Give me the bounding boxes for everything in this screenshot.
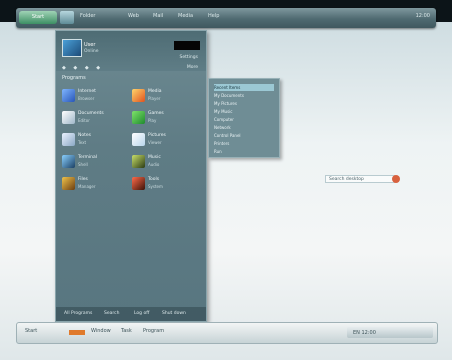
panel-item-web[interactable]: Web — [128, 13, 139, 19]
app-item[interactable]: Tools System — [132, 177, 202, 197]
app-item[interactable]: Terminal Shell — [62, 155, 132, 175]
submenu-item[interactable]: Printers — [214, 140, 274, 147]
document-icon — [62, 111, 75, 124]
submenu-item[interactable]: Network — [214, 124, 274, 131]
picture-icon — [132, 133, 145, 146]
app-item[interactable]: Pictures Viewer — [132, 133, 202, 153]
quick-toolbar[interactable]: ◆ ◆ ◆ ◆ — [62, 65, 103, 71]
system-tray[interactable]: EN 12:00 — [347, 327, 433, 338]
more-link[interactable]: More — [187, 65, 198, 70]
desktop-search-field[interactable]: Search desktop — [325, 175, 395, 183]
clock: 12:00 — [415, 13, 430, 19]
taskbar-item[interactable]: Task — [121, 328, 132, 334]
media-icon — [132, 89, 145, 102]
folder-icon — [62, 177, 75, 190]
globe-icon — [62, 89, 75, 102]
active-task-indicator[interactable] — [69, 330, 85, 335]
settings-link[interactable]: Settings — [180, 55, 198, 60]
user-name: User — [84, 42, 96, 48]
app-item[interactable]: Notes Text — [62, 133, 132, 153]
submenu-item[interactable]: Control Panel — [214, 132, 274, 139]
search-button[interactable]: Search — [104, 311, 119, 316]
taskbar: Start Window Task Program EN 12:00 — [16, 322, 438, 344]
submenu-item[interactable]: My Music — [214, 108, 274, 115]
panel-item-mail[interactable]: Mail — [153, 13, 163, 19]
app-item[interactable]: Games Play — [132, 111, 202, 131]
submenu-item[interactable]: Computer — [214, 116, 274, 123]
submenu-item[interactable]: My Documents — [214, 92, 274, 99]
tray-text: EN 12:00 — [353, 330, 376, 336]
tools-icon — [132, 177, 145, 190]
search-input[interactable] — [174, 41, 200, 50]
log-off-button[interactable]: Log off — [134, 311, 149, 316]
start-menu: User Online Settings ◆ ◆ ◆ ◆ More Progra… — [55, 30, 207, 322]
home-icon[interactable] — [60, 11, 74, 24]
app-item[interactable]: Documents Editor — [62, 111, 132, 131]
submenu-item[interactable]: Recent Items — [214, 84, 274, 91]
notes-icon — [62, 133, 75, 146]
shut-down-button[interactable]: Shut down — [162, 311, 186, 316]
all-programs-button[interactable]: All Programs — [64, 311, 92, 316]
section-title: Programs — [62, 75, 86, 81]
start-button[interactable]: Start — [19, 11, 57, 24]
user-status: Online — [84, 49, 99, 54]
terminal-icon — [62, 155, 75, 168]
start-menu-footer: All Programs Search Log off Shut down — [56, 307, 206, 321]
taskbar-item[interactable]: Program — [143, 328, 164, 334]
music-icon — [132, 155, 145, 168]
app-item[interactable]: Media Player — [132, 89, 202, 109]
panel-item-help[interactable]: Help — [208, 13, 219, 19]
panel-item-folder[interactable]: Folder — [80, 13, 95, 19]
app-item[interactable]: Music Audio — [132, 155, 202, 175]
start-menu-header: User Online Settings ◆ ◆ ◆ ◆ More — [56, 31, 206, 71]
panel-item-media[interactable]: Media — [178, 13, 193, 19]
app-item[interactable]: Files Manager — [62, 177, 132, 197]
taskbar-start[interactable]: Start — [25, 328, 37, 334]
avatar[interactable] — [62, 39, 82, 57]
places-submenu: Recent Items My Documents My Pictures My… — [208, 78, 280, 158]
submenu-item[interactable]: My Pictures — [214, 100, 274, 107]
go-button[interactable] — [392, 175, 400, 183]
app-item[interactable]: Internet Browser — [62, 89, 132, 109]
submenu-item[interactable]: Run — [214, 148, 274, 155]
game-icon — [132, 111, 145, 124]
taskbar-item[interactable]: Window — [91, 328, 111, 334]
top-panel: Start Folder Web Mail Media Help 12:00 — [16, 8, 436, 28]
